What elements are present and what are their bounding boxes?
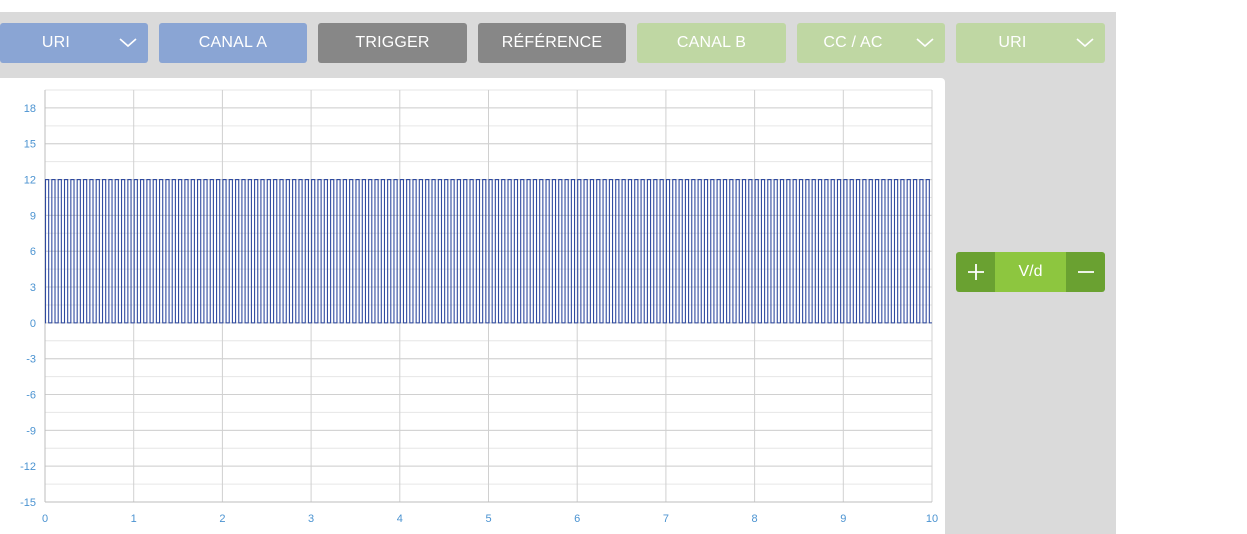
y-tick-label: 0 [30, 318, 36, 330]
y-tick-label: -6 [26, 390, 36, 402]
y-tick-label: 3 [30, 282, 36, 294]
volts-per-division-control: V/d [956, 252, 1105, 292]
x-tick-label: 2 [219, 513, 225, 525]
chevron-down-icon [1076, 38, 1094, 48]
channel-b-probe-select[interactable]: URI [956, 23, 1105, 63]
coupling-select[interactable]: CC / AC [797, 23, 945, 63]
x-axis-labels: 0 1 2 3 4 5 6 7 8 9 10 [42, 513, 938, 525]
y-tick-label: -9 [26, 425, 36, 437]
chart-svg: 1815129630-3-6-9-12-15 0 1 2 3 4 5 6 7 8 9 10 [20, 89, 938, 525]
x-tick-label: 7 [663, 513, 669, 525]
trace-layer [44, 179, 932, 324]
minus-icon [1077, 271, 1094, 273]
trigger-button[interactable]: TRIGGER [318, 23, 467, 63]
x-tick-label: 9 [840, 513, 846, 525]
channel-a-probe-select[interactable]: URI [0, 23, 148, 63]
channel-b-button[interactable]: CANAL B [637, 23, 786, 63]
reference-label: RÉFÉRENCE [501, 34, 603, 51]
chevron-down-icon [119, 38, 137, 48]
y-tick-label: 12 [24, 175, 36, 187]
y-tick-label: -12 [20, 461, 36, 473]
plus-icon [967, 264, 984, 280]
y-tick-label: -15 [20, 497, 36, 509]
reference-button[interactable]: RÉFÉRENCE [478, 23, 626, 63]
trigger-label: TRIGGER [355, 34, 430, 51]
x-tick-label: 6 [574, 513, 580, 525]
coupling-label: CC / AC [823, 34, 883, 51]
x-tick-label: 4 [397, 513, 403, 525]
channel-a-probe-label: URI [41, 34, 71, 51]
channel-b-probe-label: URI [998, 34, 1027, 51]
x-tick-label: 0 [42, 513, 48, 525]
y-tick-label: 15 [24, 139, 36, 151]
y-tick-label: 18 [24, 103, 36, 115]
y-tick-label: 6 [30, 246, 36, 258]
volts-div-increase-button[interactable] [956, 252, 995, 292]
channel-a-label: CANAL A [198, 34, 268, 51]
x-tick-label: 8 [752, 513, 758, 525]
y-tick-label: 9 [30, 210, 36, 222]
signal-trace [44, 179, 932, 324]
y-tick-label: -3 [26, 354, 36, 366]
chevron-down-icon [916, 38, 934, 48]
x-tick-label: 5 [485, 513, 491, 525]
volts-div-decrease-button[interactable] [1066, 252, 1105, 292]
channel-a-button[interactable]: CANAL A [159, 23, 307, 63]
x-tick-label: 10 [926, 513, 938, 525]
oscilloscope-chart[interactable]: 18 15 12 9 6 3 0 -3 -6 -9 -12 -15 0 1 2 3 4 5 6 7 8 9 10 [0, 78, 945, 534]
channel-b-label: CANAL B [676, 34, 747, 51]
x-tick-label: 3 [308, 513, 314, 525]
y-axis-labels: 18 15 12 9 6 3 0 -3 -6 -9 -12 -15 [20, 103, 36, 509]
x-tick-label: 1 [131, 513, 137, 525]
volts-div-label: V/d [995, 252, 1066, 292]
